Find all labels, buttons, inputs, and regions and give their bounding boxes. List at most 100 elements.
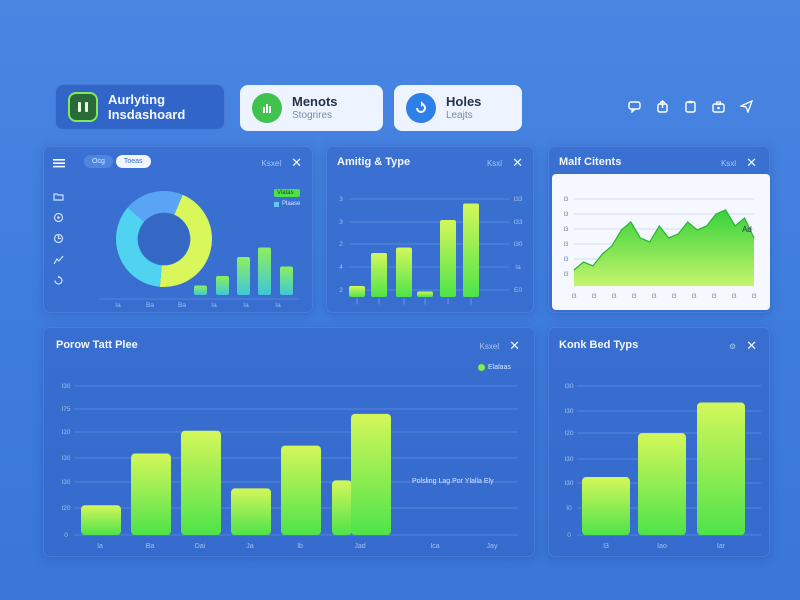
refresh-stat-icon (406, 93, 436, 123)
y-tick-label: 0 (567, 532, 571, 539)
bar (697, 402, 745, 535)
y-tick-label: I20 (564, 430, 573, 437)
y-tick-right: Ia (515, 264, 521, 271)
bar (440, 220, 456, 297)
y-tick-label: I0 (566, 505, 572, 512)
y-tick-label: I75 (61, 406, 70, 413)
chat-icon[interactable] (628, 100, 641, 113)
bar (638, 433, 686, 535)
pill-title: Menots (292, 94, 338, 109)
header-pill-holes[interactable]: Holes Leajts (394, 85, 522, 131)
x-tick-label: Ia (275, 302, 281, 309)
panel-porow-tatt: Porow Tatt Plee Ksxel ✕ Elalaas Polsling… (43, 327, 535, 557)
bar (371, 253, 387, 297)
y-tick-label: I3 (563, 242, 569, 248)
panel-controls: Ksxl ✕ (721, 155, 757, 171)
panel-amitig-type: Amitig & Type Ksxl ✕ 3 3 2 4 2 I33 I33 I30 Ia E0 |… (326, 146, 534, 313)
bar (181, 430, 221, 535)
area-fill (574, 210, 754, 286)
bar (216, 276, 229, 295)
y-tick-label: I3 (563, 272, 569, 278)
x-tick-label: Iao (657, 543, 667, 550)
x-tick-mark: | (470, 299, 472, 305)
y-tick-label: 0 (64, 532, 68, 539)
x-tick-label: Ia (243, 302, 249, 309)
bar (258, 247, 271, 295)
y-tick-label: I30 (61, 383, 70, 390)
y-tick-label: I30 (564, 480, 573, 487)
x-tick-label: Ib (297, 543, 303, 550)
x-tick-label: I3 (603, 543, 609, 550)
bar (281, 445, 321, 535)
clipboard-icon[interactable] (684, 100, 697, 113)
bar (351, 413, 391, 535)
top-icon-bar (628, 100, 753, 113)
bar (194, 285, 207, 295)
y-tick-left: 3 (339, 219, 343, 226)
x-tick-label: I3 (671, 294, 677, 300)
x-tick-label: Ba (146, 302, 154, 309)
chart-annotation: Ad (742, 225, 752, 234)
y-tick-left: 2 (339, 241, 343, 248)
y-tick-left: 2 (339, 287, 343, 294)
bar (81, 505, 121, 535)
bar (417, 291, 433, 297)
y-tick-label: I30 (564, 408, 573, 415)
bar (582, 477, 630, 535)
x-tick-label: Dai (195, 543, 206, 550)
pill-subtitle: Stogrires (292, 110, 333, 121)
pill-title: Holes (446, 94, 482, 109)
x-tick-mark: | (356, 299, 358, 305)
overview-chart: Ia Ba Ba Ia Ia Ia (99, 191, 299, 309)
y-tick-label: I3 (563, 197, 569, 203)
app-logo-icon (68, 92, 98, 122)
x-tick-label: Ja (246, 543, 254, 550)
app-title-card[interactable]: Aurlyting Insdashoard (55, 84, 225, 130)
amitig-type-chart: 3 3 2 4 2 I33 I33 I30 Ia E0 | | | | | | (339, 196, 523, 305)
y-tick-label: I30 (564, 383, 573, 390)
y-tick-label: I3 (563, 257, 569, 263)
share-icon[interactable] (656, 100, 669, 113)
app-title-line2: Insdashoard (108, 107, 186, 122)
x-tick-label: Jad (354, 543, 365, 550)
send-icon[interactable] (740, 100, 753, 113)
chart-area: I3 I3 I3 I3 I3 I3 Ad I3 I3 I3 I3 I3 I3 I3 I3 I3 I3 (552, 174, 770, 310)
konk-bar-chart: I30 I30 I20 I30 I30 I0 0 I3 Iao Iar (564, 383, 761, 550)
bar (280, 266, 293, 295)
x-tick-label: Ba (178, 302, 186, 309)
x-tick-label: Iar (717, 543, 726, 550)
bar (231, 488, 271, 535)
y-tick-left: 4 (339, 264, 343, 271)
pill-subtitle: Leajts (446, 110, 473, 121)
x-tick-label: I3 (571, 294, 577, 300)
y-tick-label: I20 (61, 505, 70, 512)
x-tick-mark: | (403, 299, 405, 305)
header-pill-menots[interactable]: Menots Stogrires (240, 85, 383, 131)
stat-icon (252, 93, 282, 123)
x-tick-label: Ba (146, 543, 155, 550)
y-tick-label: I30 (61, 455, 70, 462)
x-tick-label: I3 (651, 294, 657, 300)
briefcase-icon[interactable] (712, 100, 725, 113)
bar (463, 203, 479, 297)
area-chart: I3 I3 I3 I3 I3 I3 Ad I3 I3 I3 I3 I3 I3 I3 I3 I3 I3 (563, 197, 757, 300)
panel-control-label[interactable]: Ksxl (721, 159, 736, 168)
x-tick-mark: | (447, 299, 449, 305)
bar (237, 257, 250, 295)
y-tick-label: I3 (563, 212, 569, 218)
x-tick-label: Ia (115, 302, 121, 309)
y-tick-label: I3 (563, 227, 569, 233)
bar (131, 453, 171, 535)
porow-bar-chart: I30 I75 I20 I30 I30 I20 0 Ia Ba Dai Ja Ib Jad Ica Jay (61, 383, 518, 550)
close-icon[interactable]: ✕ (746, 155, 757, 171)
bar (396, 247, 412, 297)
x-tick-label: Ica (430, 543, 439, 550)
bar (349, 286, 365, 297)
x-tick-label: I3 (631, 294, 637, 300)
donut-hole (138, 213, 190, 265)
y-tick-left: 3 (339, 196, 343, 203)
x-tick-label: I3 (591, 294, 597, 300)
x-tick-label: I3 (711, 294, 717, 300)
bar (332, 480, 352, 535)
y-tick-right: I33 (513, 196, 522, 203)
